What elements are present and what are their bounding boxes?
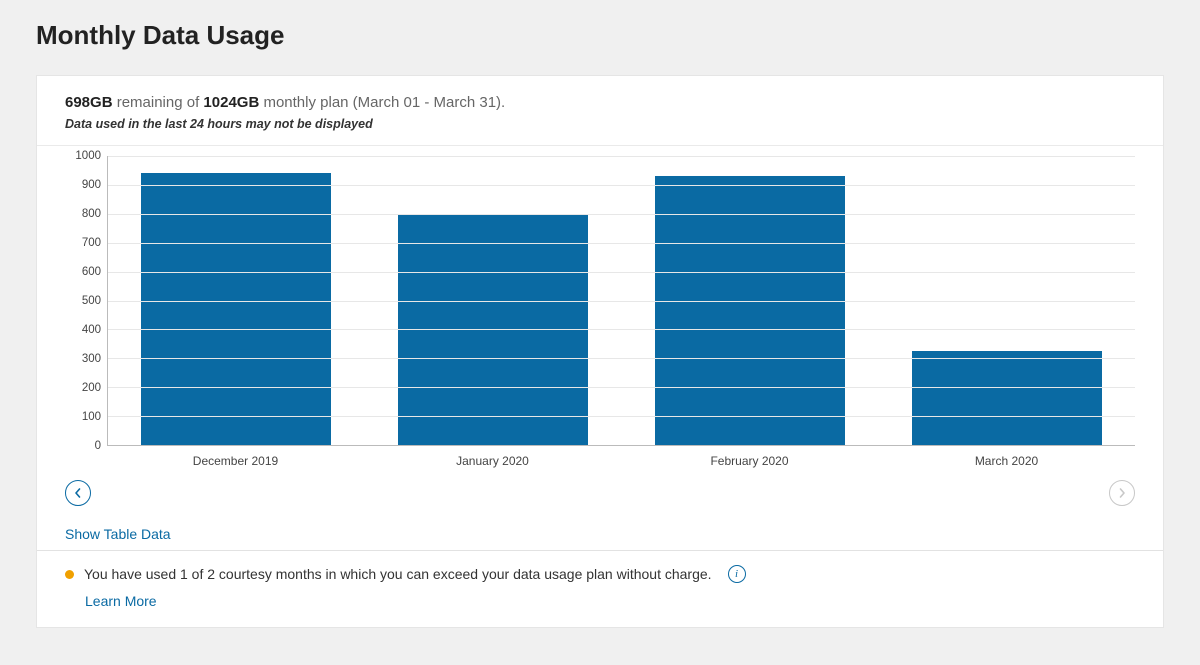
gridline (108, 214, 1135, 215)
summary-block: 698GB remaining of 1024GB monthly plan (… (37, 76, 1163, 146)
x-tick-label: February 2020 (621, 446, 878, 468)
gridline (108, 156, 1135, 157)
prev-button[interactable] (65, 480, 91, 506)
y-tick-label: 700 (82, 237, 101, 249)
next-button[interactable] (1109, 480, 1135, 506)
plan-gb: 1024GB (203, 94, 259, 111)
chart-container: 0 100 200 300 400 500 600 700 800 900 1000 Decembe… (37, 146, 1163, 476)
gridline (108, 387, 1135, 388)
status-dot-icon (65, 570, 74, 579)
learn-more-link[interactable]: Learn More (37, 591, 1163, 627)
gridline (108, 416, 1135, 417)
x-axis-labels: December 2019January 2020February 2020Ma… (107, 446, 1135, 468)
usage-card: 698GB remaining of 1024GB monthly plan (… (36, 75, 1164, 628)
chevron-right-icon (1117, 488, 1127, 498)
gridline (108, 272, 1135, 273)
chart-nav-row (37, 476, 1163, 516)
gridline (108, 185, 1135, 186)
show-table-data-link[interactable]: Show Table Data (37, 516, 1163, 551)
remaining-gb: 698GB (65, 94, 113, 111)
y-tick-label: 300 (82, 353, 101, 365)
y-tick-label: 800 (82, 208, 101, 220)
y-tick-label: 900 (82, 179, 101, 191)
y-tick-label: 500 (82, 295, 101, 307)
bar (655, 176, 845, 445)
y-tick-label: 100 (82, 411, 101, 423)
courtesy-text: You have used 1 of 2 courtesy months in … (84, 566, 712, 582)
chevron-left-icon (73, 488, 83, 498)
plan-suffix: monthly plan (March 01 - March 31). (259, 94, 505, 111)
x-tick-label: January 2020 (364, 446, 621, 468)
y-tick-label: 200 (82, 382, 101, 394)
y-tick-label: 0 (95, 440, 101, 452)
gridline (108, 358, 1135, 359)
remaining-text: remaining of (113, 94, 204, 111)
summary-note: Data used in the last 24 hours may not b… (65, 117, 1135, 131)
gridline (108, 243, 1135, 244)
y-tick-label: 600 (82, 266, 101, 278)
x-tick-label: March 2020 (878, 446, 1135, 468)
x-tick-label: December 2019 (107, 446, 364, 468)
y-tick-label: 400 (82, 324, 101, 336)
gridline (108, 301, 1135, 302)
courtesy-row: You have used 1 of 2 courtesy months in … (37, 551, 1163, 591)
gridline (108, 329, 1135, 330)
plot-area (107, 156, 1135, 446)
y-tick-label: 1000 (75, 150, 101, 162)
bar (912, 351, 1102, 445)
page-title: Monthly Data Usage (36, 20, 1164, 51)
y-axis: 01002003004005006007008009001000 (65, 156, 107, 446)
summary-line: 698GB remaining of 1024GB monthly plan (… (65, 94, 1135, 111)
info-icon[interactable]: i (728, 565, 746, 583)
